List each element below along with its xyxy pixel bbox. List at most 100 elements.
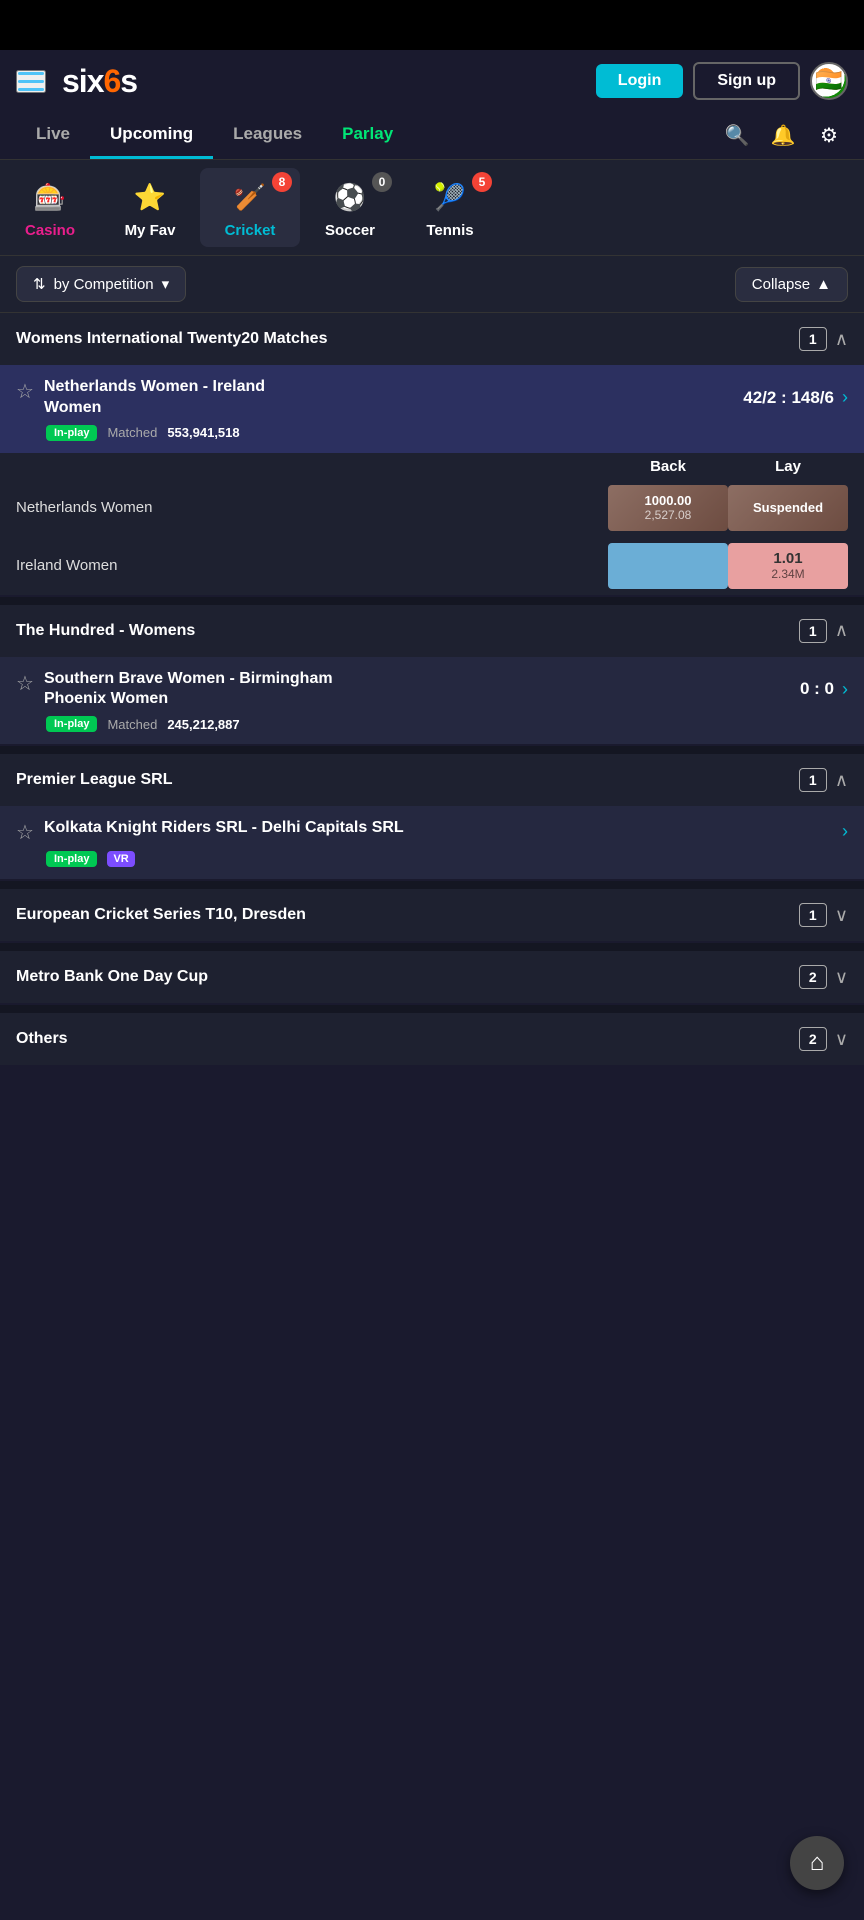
collapse-icon: ▲ [816,276,831,293]
competition-mboc: Metro Bank One Day Cup 2 ∨ [0,951,864,1003]
sport-tab-casino[interactable]: 🎰 Casino [0,168,100,247]
signup-button[interactable]: Sign up [693,62,800,100]
matched-amount-nw-iw: 553,941,518 [167,425,239,440]
competition-others-header[interactable]: Others 2 ∨ [0,1013,864,1065]
backlay-header: Back Lay [0,454,864,479]
bell-button[interactable]: 🔔 [764,117,802,155]
casino-label: Casino [25,222,75,239]
settings-button[interactable]: ⚙ [810,117,848,155]
cricket-icon: 🏏 [229,176,271,218]
tab-live[interactable]: Live [16,112,90,159]
favorite-star-nw-iw[interactable]: ☆ [16,379,34,404]
competition-hundred-count: 1 [799,619,827,643]
match-teams-kkr: Kolkata Knight Riders SRL - Delhi Capita… [44,818,404,839]
myfav-label: My Fav [125,222,176,239]
competition-hundred-title: The Hundred - Womens [16,622,195,640]
filter-bar: ⇅ by Competition ▾ Collapse ▲ [0,256,864,313]
competition-psl-title: Premier League SRL [16,771,173,789]
match-row-sbw-bpw[interactable]: ☆ Southern Brave Women - BirminghamPhoen… [0,657,864,745]
competition-mboc-count: 2 [799,965,827,989]
home-button[interactable]: ⌂ [790,1836,844,1890]
competition-psl-count: 1 [799,768,827,792]
competition-psl: Premier League SRL 1 ∧ ☆ Kolkata Knight … [0,754,864,879]
hamburger-menu[interactable] [16,70,46,93]
soccer-badge: 0 [372,172,392,192]
competition-wt20-count: 1 [799,327,827,351]
tab-parlay[interactable]: Parlay [322,112,413,159]
tennis-badge: 5 [472,172,492,192]
nav-tabs: Live Upcoming Leagues Parlay 🔍 🔔 ⚙ [0,112,864,160]
tennis-icon: 🎾 [429,176,471,218]
competition-hundred: The Hundred - Womens 1 ∧ ☆ Southern Brav… [0,605,864,745]
odds-team-iw: Ireland Women [16,557,608,574]
sport-tabs: 🎰 Casino ⭐ My Fav 🏏 Cricket 8 ⚽ Soccer 0… [0,160,864,256]
logo: six6s [62,63,137,100]
collapse-button[interactable]: Collapse ▲ [735,267,848,302]
competition-psl-chevron: ∧ [835,770,848,791]
star-icon: ⭐ [129,176,171,218]
matched-amount-sbw: 245,212,887 [167,717,239,732]
flag-icon[interactable]: 🇮🇳 [810,62,848,100]
match-arrow-kkr[interactable]: › [842,821,848,842]
competition-psl-header[interactable]: Premier League SRL 1 ∧ [0,754,864,806]
status-bar [0,0,864,50]
chevron-down-icon: ▾ [162,275,170,293]
competition-hundred-chevron: ∧ [835,620,848,641]
competition-mboc-header[interactable]: Metro Bank One Day Cup 2 ∨ [0,951,864,1003]
sort-arrows-icon: ⇅ [33,275,46,293]
odds-lay-nw[interactable]: Suspended [728,485,848,531]
inplay-badge-nw-iw: In-play [46,425,97,441]
favorite-star-sbw[interactable]: ☆ [16,671,34,696]
match-arrow-sbw[interactable]: › [842,679,848,700]
match-score-sbw: 0 : 0 [800,679,834,699]
odds-lay-iw[interactable]: 1.01 2.34M [728,543,848,589]
tab-upcoming[interactable]: Upcoming [90,112,213,159]
inplay-badge-kkr: In-play [46,851,97,867]
competition-ecs-header[interactable]: European Cricket Series T10, Dresden 1 ∨ [0,889,864,941]
competition-hundred-header[interactable]: The Hundred - Womens 1 ∧ [0,605,864,657]
collapse-label: Collapse [752,276,810,293]
odds-back-iw[interactable] [608,543,728,589]
match-teams-nw-iw: Netherlands Women - IrelandWomen [44,377,265,419]
sport-tab-cricket[interactable]: 🏏 Cricket 8 [200,168,300,247]
competition-ecs-chevron: ∨ [835,905,848,926]
competition-wt20-chevron: ∧ [835,329,848,350]
match-score-nw-iw: 42/2 : 148/6 [743,388,834,408]
favorite-star-kkr[interactable]: ☆ [16,820,34,845]
competition-wt20-header[interactable]: Womens International Twenty20 Matches 1 … [0,313,864,365]
match-arrow-nw-iw[interactable]: › [842,387,848,408]
competition-others-count: 2 [799,1027,827,1051]
sport-tab-myfav[interactable]: ⭐ My Fav [100,168,200,247]
competition-ecs: European Cricket Series T10, Dresden 1 ∨ [0,889,864,941]
competition-others: Others 2 ∨ [0,1013,864,1065]
odds-back-nw[interactable]: 1000.00 2,527.08 [608,485,728,531]
odds-row-iw: Ireland Women 1.01 2.34M [0,537,864,595]
competition-others-title: Others [16,1030,68,1048]
login-button[interactable]: Login [596,64,684,98]
soccer-icon: ⚽ [329,176,371,218]
competition-ecs-count: 1 [799,903,827,927]
casino-icon: 🎰 [29,176,71,218]
odds-row-nw: Netherlands Women 1000.00 2,527.08 Suspe… [0,479,864,537]
lay-label: Lay [728,458,848,475]
search-button[interactable]: 🔍 [718,117,756,155]
match-row-nw-iw[interactable]: ☆ Netherlands Women - IrelandWomen 42/2 … [0,365,864,453]
competition-mboc-title: Metro Bank One Day Cup [16,968,208,986]
sort-by-competition-button[interactable]: ⇅ by Competition ▾ [16,266,186,302]
gear-icon: ⚙ [820,123,838,148]
cricket-badge: 8 [272,172,292,192]
bell-icon: 🔔 [771,123,796,148]
competition-ecs-title: European Cricket Series T10, Dresden [16,906,306,924]
inplay-badge-sbw: In-play [46,716,97,732]
sport-tab-tennis[interactable]: 🎾 Tennis 5 [400,168,500,247]
header: six6s Login Sign up 🇮🇳 [0,50,864,112]
tennis-label: Tennis [426,222,473,239]
soccer-label: Soccer [325,222,375,239]
tab-leagues[interactable]: Leagues [213,112,322,159]
search-icon: 🔍 [725,123,750,148]
sport-tab-soccer[interactable]: ⚽ Soccer 0 [300,168,400,247]
match-row-kkr-dc[interactable]: ☆ Kolkata Knight Riders SRL - Delhi Capi… [0,806,864,879]
competition-wt20-title: Womens International Twenty20 Matches [16,330,327,348]
matched-label-nw-iw: Matched [107,425,157,440]
sort-label: by Competition [54,276,154,293]
